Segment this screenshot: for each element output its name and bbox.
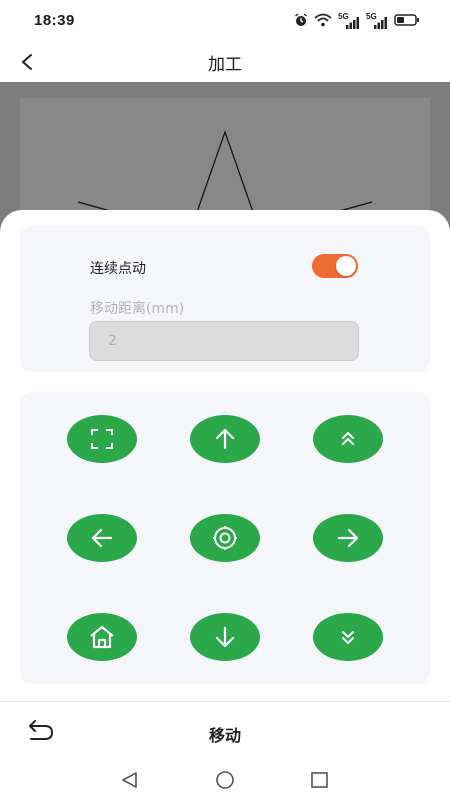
nav-home-icon[interactable] xyxy=(213,770,237,790)
target-icon xyxy=(212,525,238,551)
direction-pad xyxy=(20,392,430,684)
move-up-button[interactable] xyxy=(190,415,260,463)
arrow-right-icon xyxy=(336,526,360,550)
center-button[interactable] xyxy=(190,514,260,562)
double-chevron-up-icon xyxy=(338,429,358,449)
signal-5g-icon: 5G xyxy=(338,12,360,29)
double-chevron-down-icon xyxy=(338,627,358,647)
arrow-up-icon xyxy=(213,427,237,451)
signal-5g-icon: 5G xyxy=(366,12,388,29)
page-down-button[interactable] xyxy=(313,613,383,661)
move-distance-input[interactable]: 2 xyxy=(89,321,359,361)
arrow-left-icon xyxy=(90,526,114,550)
continuous-jog-label: 连续点动 xyxy=(90,261,146,277)
move-distance-label: 移动距离(mm) xyxy=(90,301,185,317)
wifi-icon xyxy=(314,12,332,31)
move-down-button[interactable] xyxy=(190,613,260,661)
status-bar: 18:39 5G 5G xyxy=(0,0,450,42)
frame-button[interactable] xyxy=(67,415,137,463)
control-sheet: 连续点动 移动距离(mm) 2 xyxy=(0,210,450,700)
nav-recent-icon[interactable] xyxy=(308,770,332,790)
continuous-jog-toggle[interactable] xyxy=(312,254,358,278)
bottom-bar: 移动 xyxy=(0,702,450,760)
status-icons: 5G 5G xyxy=(294,12,420,31)
battery-icon xyxy=(394,12,420,31)
system-nav-bar xyxy=(0,760,450,800)
status-time: 18:39 xyxy=(34,12,75,29)
arrow-down-icon xyxy=(213,625,237,649)
toggle-knob xyxy=(336,256,356,276)
move-right-button[interactable] xyxy=(313,514,383,562)
alarm-icon xyxy=(294,12,308,31)
home-button[interactable] xyxy=(67,613,137,661)
page-title: 加工 xyxy=(208,55,242,75)
move-left-button[interactable] xyxy=(67,514,137,562)
move-tab-label: 移动 xyxy=(208,726,241,745)
frame-corners-icon xyxy=(90,428,114,450)
page-up-button[interactable] xyxy=(313,415,383,463)
nav-back-icon[interactable] xyxy=(118,770,142,790)
app-bar: 加工 xyxy=(0,42,450,82)
jog-settings-card: 连续点动 移动距离(mm) 2 xyxy=(20,226,430,372)
home-icon xyxy=(89,625,115,649)
